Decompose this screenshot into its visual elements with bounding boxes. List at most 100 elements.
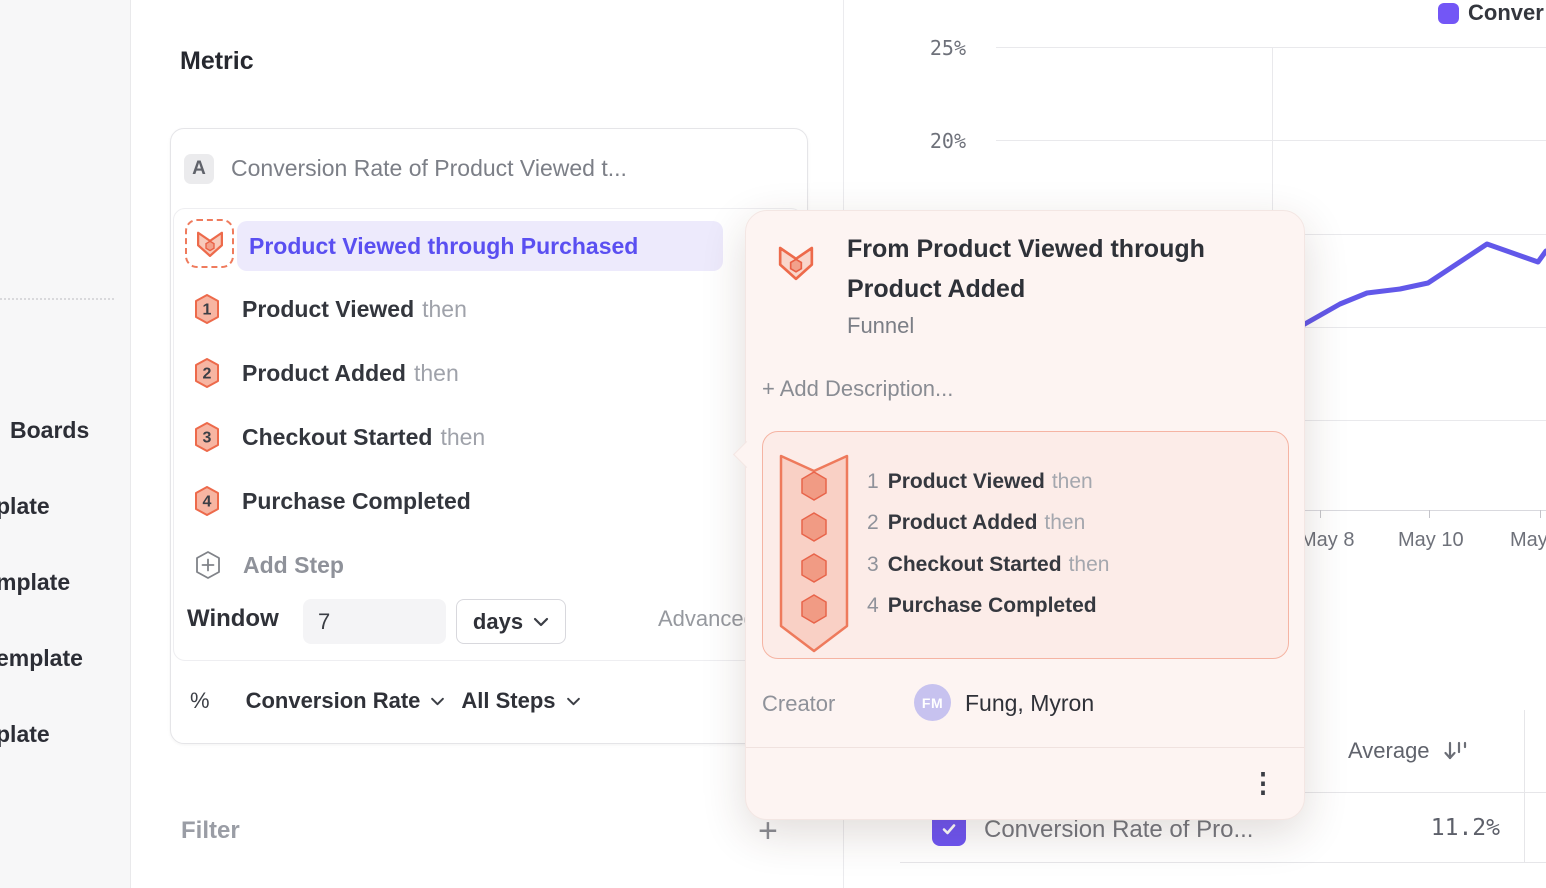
svg-text:4: 4 xyxy=(203,494,212,511)
x-tick-may12 xyxy=(1540,510,1541,518)
metric-card: A Conversion Rate of Product Viewed t...… xyxy=(170,128,808,744)
y-axis-tick-25: 25% xyxy=(906,36,966,60)
popover-step-2: 2 Product Added then xyxy=(867,509,1085,537)
svg-text:2: 2 xyxy=(203,366,212,383)
popover-step-1-then: then xyxy=(1052,470,1093,494)
sidebar-item-template-4[interactable]: plate xyxy=(0,721,50,748)
table-column-border xyxy=(1524,710,1525,862)
measure-percent-symbol: % xyxy=(190,688,210,714)
step-3-hex-badge: 3 xyxy=(193,421,221,453)
x-tick-may10 xyxy=(1429,510,1430,518)
creator-label: Creator xyxy=(762,691,835,717)
window-unit-dropdown[interactable]: days xyxy=(456,599,566,644)
legend-label: Conver xyxy=(1468,0,1544,26)
table-row-label[interactable]: Conversion Rate of Pro... xyxy=(984,816,1253,844)
svg-text:3: 3 xyxy=(203,430,212,447)
popover-funnel-steps-box: 1 Product Viewed then 2 Product Added th… xyxy=(762,431,1289,659)
popover-step-1-name: Product Viewed xyxy=(888,470,1045,494)
table-row-border xyxy=(900,862,1546,863)
popover-step-4-num: 4 xyxy=(867,594,879,618)
series-a-badge: A xyxy=(184,154,214,184)
funnel-detail-popover: From Product Viewed through Product Adde… xyxy=(745,210,1305,820)
table-row-average-value: 11.2% xyxy=(1300,815,1500,841)
selected-funnel-name-label: Product Viewed through Purchased xyxy=(249,233,638,260)
step-4-hex-badge: 4 xyxy=(193,485,221,517)
series-title[interactable]: Conversion Rate of Product Viewed t... xyxy=(231,155,627,182)
x-tick-may8 xyxy=(1320,510,1321,518)
popover-step-3-name: Checkout Started xyxy=(888,553,1062,577)
popover-title: From Product Viewed through Product Adde… xyxy=(847,229,1247,309)
popover-step-4: 4 Purchase Completed xyxy=(867,592,1104,620)
funnel-ribbon-icon xyxy=(779,454,849,654)
step-1-then: then xyxy=(422,296,467,323)
svg-text:1: 1 xyxy=(203,302,212,319)
measure-scope-dropdown[interactable]: All Steps xyxy=(461,688,555,714)
popover-step-1: 1 Product Viewed then xyxy=(867,468,1093,496)
x-axis-label-may10: May 10 xyxy=(1398,529,1464,552)
add-step-label: Add Step xyxy=(243,552,344,579)
window-label: Window xyxy=(187,605,279,633)
add-step-hex-plus-icon xyxy=(193,549,223,581)
chevron-down-icon[interactable] xyxy=(430,697,445,706)
funnel-icon xyxy=(195,229,225,259)
step-2-name: Product Added xyxy=(242,360,406,387)
window-unit-label: days xyxy=(473,609,523,635)
window-value-input[interactable] xyxy=(303,599,446,644)
sidebar: Boards plate mplate emplate plate xyxy=(0,0,131,888)
legend-swatch xyxy=(1438,3,1459,24)
popover-step-4-name: Purchase Completed xyxy=(888,594,1097,618)
sidebar-item-template-2[interactable]: mplate xyxy=(0,569,70,596)
average-header-label: Average xyxy=(1348,738,1430,764)
add-step-button[interactable]: Add Step xyxy=(193,543,344,587)
popover-step-2-name: Product Added xyxy=(888,511,1038,535)
sidebar-item-template-1[interactable]: plate xyxy=(0,493,50,520)
step-3-then: then xyxy=(440,424,485,451)
popover-step-3-num: 3 xyxy=(867,553,879,577)
funnel-event-icon-selected[interactable] xyxy=(185,219,234,268)
measure-type-dropdown[interactable]: Conversion Rate xyxy=(246,688,421,714)
advanced-link[interactable]: Advanced xyxy=(658,606,756,632)
y-axis-tick-20: 20% xyxy=(906,129,966,153)
legend-item-conversion[interactable]: Conver xyxy=(1438,0,1544,26)
popover-step-2-num: 2 xyxy=(867,511,879,535)
sidebar-divider xyxy=(0,298,114,300)
step-2-then: then xyxy=(414,360,459,387)
funnel-step-3[interactable]: 3 Checkout Started then xyxy=(193,415,485,459)
chevron-down-icon xyxy=(533,617,549,627)
chevron-down-icon[interactable] xyxy=(566,697,581,706)
funnel-icon xyxy=(776,243,816,283)
sort-descending-icon xyxy=(1442,739,1470,763)
selected-funnel-name[interactable]: Product Viewed through Purchased xyxy=(237,221,723,271)
x-axis-label-may12: May xyxy=(1510,529,1546,552)
popover-footer-divider xyxy=(746,747,1304,748)
popover-step-3: 3 Checkout Started then xyxy=(867,551,1109,579)
popover-step-2-then: then xyxy=(1044,511,1085,535)
app-window: Boards plate mplate emplate plate Metric… xyxy=(0,0,1546,888)
x-axis-label-may8: May 8 xyxy=(1300,529,1354,552)
more-options-menu[interactable]: ⋮ xyxy=(1248,768,1278,808)
step-1-name: Product Viewed xyxy=(242,296,414,323)
popover-step-1-num: 1 xyxy=(867,470,879,494)
step-1-hex-badge: 1 xyxy=(193,293,221,325)
sidebar-item-template-3[interactable]: emplate xyxy=(0,645,83,672)
step-4-name: Purchase Completed xyxy=(242,488,471,515)
window-row: Window days Advanced xyxy=(185,591,785,651)
filter-section-heading: Filter xyxy=(181,817,240,845)
funnel-step-1[interactable]: 1 Product Viewed then xyxy=(193,287,467,331)
step-2-hex-badge: 2 xyxy=(193,357,221,389)
gridline-20pct xyxy=(996,140,1546,141)
funnel-step-2[interactable]: 2 Product Added then xyxy=(193,351,459,395)
column-header-average[interactable]: Average xyxy=(1348,738,1470,764)
gridline-25pct xyxy=(996,47,1546,48)
creator-avatar: FM xyxy=(914,684,951,721)
funnel-step-4[interactable]: 4 Purchase Completed xyxy=(193,479,479,523)
measure-row: % Conversion Rate All Steps xyxy=(190,681,581,721)
popover-step-3-then: then xyxy=(1069,553,1110,577)
step-3-name: Checkout Started xyxy=(242,424,432,451)
sidebar-item-boards[interactable]: Boards xyxy=(10,417,89,444)
add-description-link[interactable]: + Add Description... xyxy=(762,376,953,402)
metric-section-heading: Metric xyxy=(180,47,254,76)
popover-subtitle: Funnel xyxy=(847,313,914,339)
checkmark-icon xyxy=(940,820,958,838)
creator-name: Fung, Myron xyxy=(965,690,1094,717)
